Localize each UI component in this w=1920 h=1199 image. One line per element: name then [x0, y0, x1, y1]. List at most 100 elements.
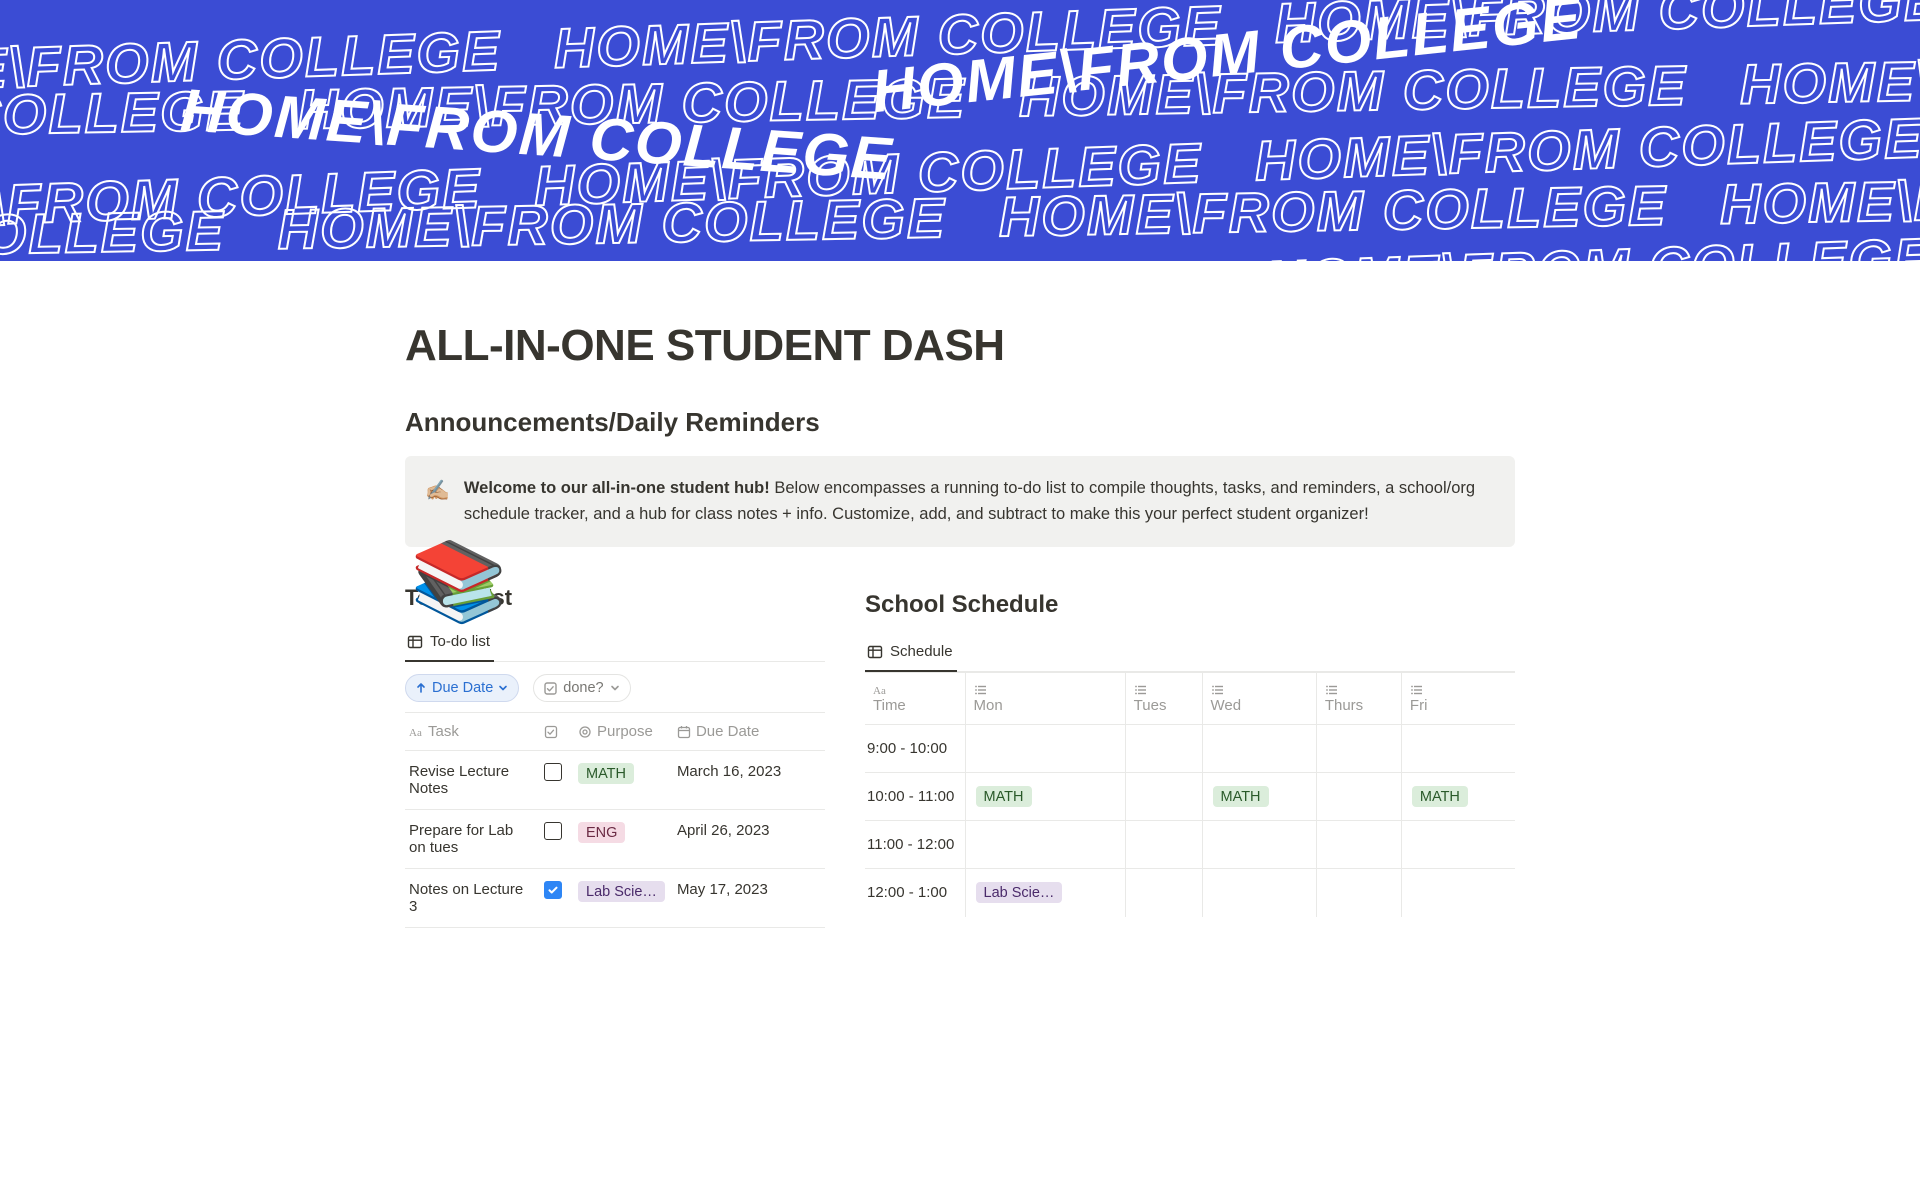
schedule-heading[interactable]: School Schedule — [865, 591, 1515, 619]
schedule-cell[interactable] — [1125, 773, 1202, 821]
table-row[interactable]: Revise Lecture Notes MATH March 16, 2023 — [405, 751, 825, 810]
todo-tabs: To-do list — [405, 625, 825, 662]
page-title[interactable]: ALL-IN-ONE STUDENT DASH — [405, 321, 1515, 371]
filter-done-pill[interactable]: done? — [533, 674, 630, 702]
purpose-cell[interactable]: MATH — [574, 751, 673, 810]
time-cell[interactable]: 10:00 - 11:00 — [865, 773, 965, 821]
sort-label: Due Date — [432, 680, 493, 696]
todo-table: AaTask Purpose Due Date Revise Le — [405, 712, 825, 928]
col-label: Wed — [1211, 697, 1242, 714]
done-cell[interactable] — [540, 869, 574, 928]
schedule-cell[interactable] — [1401, 869, 1515, 917]
task-cell[interactable]: Prepare for Lab on tues — [405, 810, 540, 869]
list-icon — [974, 683, 1115, 697]
col-wed-header[interactable]: Wed — [1202, 673, 1316, 725]
done-cell[interactable] — [540, 810, 574, 869]
tab-label: Schedule — [890, 643, 953, 660]
done-cell[interactable] — [540, 751, 574, 810]
col-label: Due Date — [696, 723, 759, 740]
chevron-down-icon — [610, 683, 620, 693]
tab-todo-list[interactable]: To-do list — [405, 625, 494, 662]
due-date-cell[interactable]: May 17, 2023 — [673, 869, 825, 928]
col-mon-header[interactable]: Mon — [965, 673, 1125, 725]
todo-section: To-Do List To-do list Due Date done? — [405, 585, 825, 928]
schedule-section: School Schedule Schedule Aa Time Mon — [865, 585, 1515, 917]
announcements-heading[interactable]: Announcements/Daily Reminders — [405, 407, 1515, 438]
schedule-cell[interactable] — [1316, 821, 1401, 869]
purpose-cell[interactable]: ENG — [574, 810, 673, 869]
sort-due-date-pill[interactable]: Due Date — [405, 674, 519, 702]
schedule-cell[interactable] — [965, 821, 1125, 869]
class-tag: MATH — [1412, 786, 1468, 807]
schedule-cell[interactable]: MATH — [1202, 773, 1316, 821]
schedule-cell[interactable] — [1202, 725, 1316, 773]
col-label: Purpose — [597, 723, 653, 740]
table-row[interactable]: 12:00 - 1:00 Lab Scie… — [865, 869, 1515, 917]
tab-label: To-do list — [430, 633, 490, 650]
col-task-header[interactable]: AaTask — [405, 713, 540, 751]
time-cell[interactable]: 11:00 - 12:00 — [865, 821, 965, 869]
schedule-cell[interactable] — [1316, 773, 1401, 821]
purpose-tag: ENG — [578, 822, 625, 843]
schedule-cell[interactable] — [1125, 821, 1202, 869]
schedule-cell[interactable] — [1125, 869, 1202, 917]
schedule-cell[interactable] — [1202, 821, 1316, 869]
schedule-cell[interactable]: MATH — [1401, 773, 1515, 821]
col-thurs-header[interactable]: Thurs — [1316, 673, 1401, 725]
col-label: Time — [873, 697, 906, 714]
checkbox[interactable] — [544, 763, 562, 781]
time-cell[interactable]: 12:00 - 1:00 — [865, 869, 965, 917]
col-label: Thurs — [1325, 697, 1363, 714]
callout-text: Welcome to our all-in-one student hub! B… — [464, 476, 1495, 527]
schedule-cell[interactable] — [1202, 869, 1316, 917]
announcement-callout[interactable]: ✍🏼 Welcome to our all-in-one student hub… — [405, 456, 1515, 547]
col-done-header[interactable] — [540, 713, 574, 751]
col-due-date-header[interactable]: Due Date — [673, 713, 825, 751]
table-row[interactable]: 9:00 - 10:00 — [865, 725, 1515, 773]
callout-bold: Welcome to our all-in-one student hub! — [464, 479, 770, 497]
schedule-tabs: Schedule — [865, 635, 1515, 672]
time-cell[interactable]: 9:00 - 10:00 — [865, 725, 965, 773]
col-fri-header[interactable]: Fri — [1401, 673, 1515, 725]
schedule-cell[interactable]: Lab Scie… — [965, 869, 1125, 917]
schedule-cell[interactable] — [1316, 869, 1401, 917]
table-row[interactable]: 11:00 - 12:00 — [865, 821, 1515, 869]
tab-schedule[interactable]: Schedule — [865, 635, 957, 672]
schedule-cell[interactable] — [1401, 725, 1515, 773]
task-cell[interactable]: Revise Lecture Notes — [405, 751, 540, 810]
col-label: Mon — [974, 697, 1003, 714]
table-row[interactable]: Notes on Lecture 3 Lab Scie… May 17, 202… — [405, 869, 825, 928]
list-icon — [1410, 683, 1505, 697]
class-tag: Lab Scie… — [976, 882, 1063, 903]
purpose-tag: Lab Scie… — [578, 881, 665, 902]
task-cell[interactable]: Notes on Lecture 3 — [405, 869, 540, 928]
schedule-cell[interactable] — [1401, 821, 1515, 869]
table-row[interactable]: 10:00 - 11:00MATHMATHMATH — [865, 773, 1515, 821]
schedule-cell[interactable] — [965, 725, 1125, 773]
checkbox[interactable] — [544, 822, 562, 840]
target-icon — [578, 725, 592, 739]
schedule-cell[interactable]: MATH — [965, 773, 1125, 821]
purpose-tag: MATH — [578, 763, 634, 784]
page-emoji-icon[interactable]: 📚 — [410, 536, 507, 628]
svg-text:Aa: Aa — [873, 685, 886, 697]
due-date-cell[interactable]: April 26, 2023 — [673, 810, 825, 869]
col-tues-header[interactable]: Tues — [1125, 673, 1202, 725]
class-tag: MATH — [1213, 786, 1269, 807]
col-label: Fri — [1410, 697, 1428, 714]
col-purpose-header[interactable]: Purpose — [574, 713, 673, 751]
checkbox[interactable] — [544, 881, 562, 899]
schedule-cell[interactable] — [1316, 725, 1401, 773]
calendar-icon — [677, 725, 691, 739]
col-time-header[interactable]: Aa Time — [865, 673, 965, 725]
schedule-cell[interactable] — [1125, 725, 1202, 773]
due-date-cell[interactable]: March 16, 2023 — [673, 751, 825, 810]
text-icon: Aa — [873, 683, 955, 697]
list-icon — [1211, 683, 1306, 697]
purpose-cell[interactable]: Lab Scie… — [574, 869, 673, 928]
table-row[interactable]: Prepare for Lab on tues ENG April 26, 20… — [405, 810, 825, 869]
col-label: Tues — [1134, 697, 1167, 714]
chevron-down-icon — [498, 683, 508, 693]
table-icon — [867, 644, 883, 660]
text-icon: Aa — [409, 725, 423, 739]
